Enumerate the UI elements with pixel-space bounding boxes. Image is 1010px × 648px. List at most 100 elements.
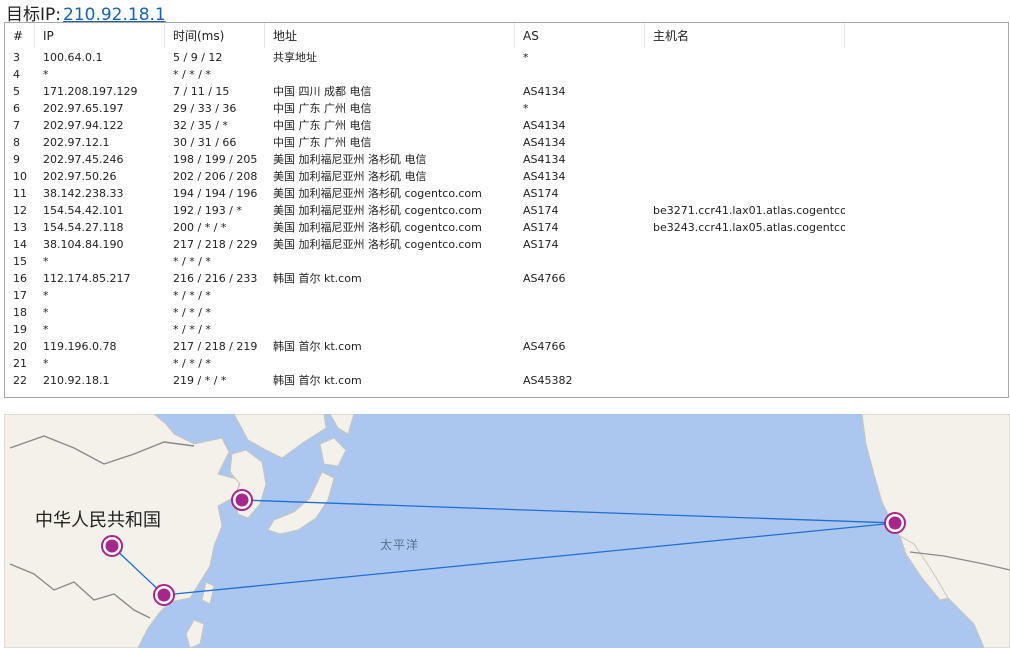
marker-los-angeles[interactable] <box>884 512 906 534</box>
table-row[interactable]: 4 * * / * / * <box>5 66 1008 83</box>
cell-hop: 21 <box>13 357 27 370</box>
cell-hop: 16 <box>13 272 27 285</box>
cell-ip: * <box>43 323 49 336</box>
table-row[interactable]: 8 202.97.12.1 30 / 31 / 66 中国 广东 广州 电信 AS413… <box>5 134 1008 151</box>
column-header-ip[interactable]: IP <box>35 23 165 48</box>
cell-hostname <box>645 83 845 100</box>
route-map[interactable]: 中华人民共和国 太平洋 <box>4 414 1010 648</box>
cell-as: AS45382 <box>523 374 573 387</box>
cell-address <box>265 287 515 304</box>
cell-as <box>515 287 645 304</box>
column-header-address[interactable]: 地址 <box>265 23 515 48</box>
marker-chengdu[interactable] <box>101 535 123 557</box>
table-row[interactable]: 21 * * / * / * <box>5 355 1008 372</box>
cell-hostname <box>645 185 845 202</box>
cell-address: 韩国 首尔 kt.com <box>273 340 362 353</box>
cell-time: 202 / 206 / 208 <box>173 170 258 183</box>
cell-time: 5 / 9 / 12 <box>173 51 223 64</box>
cell-address <box>265 355 515 372</box>
table-row[interactable]: 13 154.54.27.118 200 / * / * 美国 加利福尼亚州 洛杉矶 … <box>5 219 1008 236</box>
cell-as: AS4134 <box>523 85 566 98</box>
table-row[interactable]: 7 202.97.94.122 32 / 35 / * 中国 广东 广州 电信 AS41… <box>5 117 1008 134</box>
map-label-china: 中华人民共和国 <box>35 510 161 531</box>
marker-seoul[interactable] <box>231 489 253 511</box>
traceroute-table: # IP 时间(ms) 地址 AS 主机名 3 100.64.0.1 5 / 9 /… <box>4 22 1009 398</box>
cell-time: * / * / * <box>173 306 211 319</box>
cell-address: 美国 加利福尼亚州 洛杉矶 cogentco.com <box>273 221 482 234</box>
table-row[interactable]: 3 100.64.0.1 5 / 9 / 12 共享地址 * <box>5 49 1008 66</box>
column-header-time[interactable]: 时间(ms) <box>165 23 265 48</box>
cell-address: 中国 广东 广州 电信 <box>273 136 372 149</box>
cell-time: 216 / 216 / 233 <box>173 272 258 285</box>
cell-ip: 100.64.0.1 <box>43 51 103 64</box>
cell-time: 7 / 11 / 15 <box>173 85 230 98</box>
cell-as: AS174 <box>523 187 559 200</box>
table-row[interactable]: 9 202.97.45.246 198 / 199 / 205 美国 加利福尼亚州 洛… <box>5 151 1008 168</box>
cell-as: AS174 <box>523 238 559 251</box>
cell-time: 219 / * / * <box>173 374 227 387</box>
table-row[interactable]: 19 * * / * / * <box>5 321 1008 338</box>
cell-address <box>265 304 515 321</box>
column-header-hop[interactable]: # <box>5 23 35 48</box>
cell-hostname <box>645 304 845 321</box>
cell-hostname <box>645 253 845 270</box>
cell-hop: 17 <box>13 289 27 302</box>
cell-ip: 119.196.0.78 <box>43 340 117 353</box>
cell-as: AS4766 <box>523 272 566 285</box>
table-row[interactable]: 10 202.97.50.26 202 / 206 / 208 美国 加利福尼亚州 洛… <box>5 168 1008 185</box>
cell-as: AS174 <box>523 221 559 234</box>
cell-address: 共享地址 <box>273 51 317 64</box>
table-row[interactable]: 5 171.208.197.129 7 / 11 / 15 中国 四川 成都 电信 AS… <box>5 83 1008 100</box>
cell-ip: 202.97.12.1 <box>43 136 110 149</box>
table-row[interactable]: 22 210.92.18.1 219 / * / * 韩国 首尔 kt.com AS45… <box>5 372 1008 389</box>
cell-address <box>265 321 515 338</box>
cell-hop: 19 <box>13 323 27 336</box>
cell-address: 韩国 首尔 kt.com <box>273 272 362 285</box>
table-row[interactable]: 17 * * / * / * <box>5 287 1008 304</box>
cell-as: AS4134 <box>523 136 566 149</box>
cell-address: 中国 广东 广州 电信 <box>273 119 372 132</box>
cell-hop: 8 <box>13 136 20 149</box>
column-header-hostname[interactable]: 主机名 <box>645 23 845 48</box>
cell-hop: 12 <box>13 204 27 217</box>
cell-hop: 7 <box>13 119 20 132</box>
cell-time: 198 / 199 / 205 <box>173 153 258 166</box>
cell-ip: 112.174.85.217 <box>43 272 131 285</box>
cell-hostname <box>645 117 845 134</box>
cell-as <box>515 304 645 321</box>
cell-time: 32 / 35 / * <box>173 119 228 132</box>
cell-address <box>265 66 515 83</box>
cell-time: 192 / 193 / * <box>173 204 242 217</box>
cell-address: 美国 加利福尼亚州 洛杉矶 cogentco.com <box>273 187 482 200</box>
cell-ip: 210.92.18.1 <box>43 374 110 387</box>
cell-hop: 13 <box>13 221 27 234</box>
column-header-as[interactable]: AS <box>515 23 645 48</box>
cell-hostname <box>645 100 845 117</box>
table-row[interactable]: 11 38.142.238.33 194 / 194 / 196 美国 加利福尼亚州 … <box>5 185 1008 202</box>
table-row[interactable]: 16 112.174.85.217 216 / 216 / 233 韩国 首尔 kt.… <box>5 270 1008 287</box>
cell-address <box>265 253 515 270</box>
table-row[interactable]: 15 * * / * / * <box>5 253 1008 270</box>
land-kamchatka <box>329 414 355 435</box>
table-row[interactable]: 14 38.104.84.190 217 / 218 / 229 美国 加利福尼亚州 … <box>5 236 1008 253</box>
cell-ip: * <box>43 68 49 81</box>
cell-ip: * <box>43 357 49 370</box>
cell-ip: 38.142.238.33 <box>43 187 124 200</box>
cell-as <box>515 66 645 83</box>
table-row[interactable]: 12 154.54.42.101 192 / 193 / * 美国 加利福尼亚州 洛杉… <box>5 202 1008 219</box>
table-row[interactable]: 6 202.97.65.197 29 / 33 / 36 中国 广东 广州 电信 * <box>5 100 1008 117</box>
cell-hop: 3 <box>13 51 20 64</box>
cell-address: 中国 广东 广州 电信 <box>273 102 372 115</box>
cell-as: AS4134 <box>523 170 566 183</box>
cell-hop: 11 <box>13 187 27 200</box>
cell-time: 29 / 33 / 36 <box>173 102 237 115</box>
cell-ip: 202.97.94.122 <box>43 119 124 132</box>
cell-hop: 18 <box>13 306 27 319</box>
cell-as: * <box>523 51 529 64</box>
marker-guangzhou[interactable] <box>153 584 175 606</box>
cell-hostname <box>645 151 845 168</box>
cell-time: 194 / 194 / 196 <box>173 187 258 200</box>
cell-as: AS4134 <box>523 153 566 166</box>
table-row[interactable]: 18 * * / * / * <box>5 304 1008 321</box>
table-row[interactable]: 20 119.196.0.78 217 / 218 / 219 韩国 首尔 kt.co… <box>5 338 1008 355</box>
